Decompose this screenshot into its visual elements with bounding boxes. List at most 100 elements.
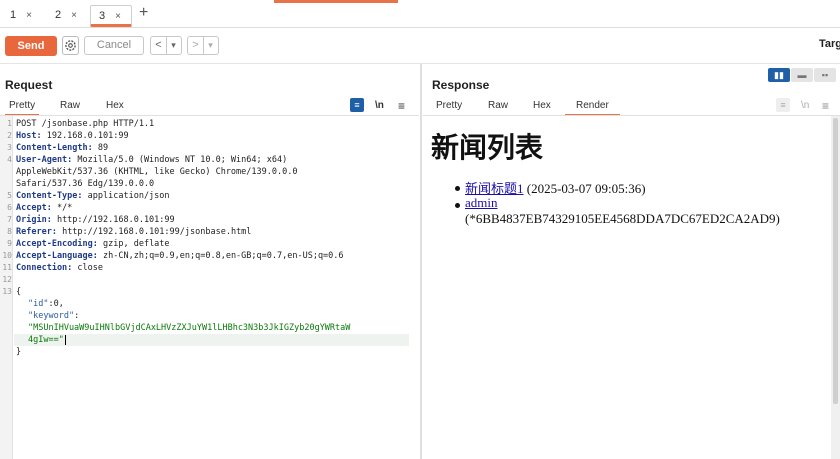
- code-text: {: [16, 286, 21, 298]
- line-number: 8: [7, 227, 12, 236]
- rendered-response: 新闻列表 新闻标题1 (2025-03-07 09:05:36) admin (…: [423, 116, 831, 459]
- code-text: AppleWebKit/537.36 (KHTML, like Gecko) C…: [16, 166, 297, 178]
- header-name: Origin:: [16, 215, 52, 225]
- tab-1[interactable]: 1 ×: [2, 5, 32, 25]
- news-link[interactable]: admin: [465, 195, 498, 210]
- request-tab-hex[interactable]: Hex: [106, 98, 124, 114]
- header-value: AppleWebKit/537.36 (KHTML, like Gecko) C…: [16, 167, 298, 177]
- list-item-detail: (*6BB4837EB74329105EE4568DDA7DC67ED2CA2A…: [465, 211, 780, 226]
- json-string: "MSUnIHVuaW9uIHNlbGVjdCAxLHVzZXJuYW1lLHB…: [28, 323, 351, 333]
- code-line: 4gIw==": [0, 334, 419, 346]
- active-indicator: [274, 0, 398, 3]
- close-icon[interactable]: ×: [71, 10, 77, 21]
- code-line: 5 Content-Type: application/json: [0, 190, 419, 202]
- header-name: Referer:: [16, 227, 57, 237]
- response-scroll-thumb[interactable]: [833, 118, 838, 404]
- code-text: Accept-Encoding: gzip, deflate: [16, 238, 170, 250]
- line-number: 11: [2, 263, 12, 272]
- code-line: "id":0,: [0, 298, 419, 310]
- text-caret: [64, 335, 66, 345]
- code-line: 9 Accept-Encoding: gzip, deflate: [0, 238, 419, 250]
- send-button[interactable]: Send: [5, 36, 57, 56]
- list-bullet: [455, 203, 460, 208]
- header-value: 192.168.0.101:99: [41, 131, 129, 141]
- tab-3[interactable]: 3 ×: [90, 5, 132, 27]
- header-name: Accept-Encoding:: [16, 239, 98, 249]
- request-editor[interactable]: 1 POST /jsonbase.php HTTP/1.1 2 Host: 192.1…: [0, 116, 419, 459]
- pretty-print-icon[interactable]: ≡: [776, 98, 790, 112]
- target-label[interactable]: Targ: [819, 38, 840, 50]
- request-tab-pretty[interactable]: Pretty: [5, 98, 40, 116]
- line-number: 5: [7, 191, 12, 200]
- menu-icon[interactable]: ≡: [398, 98, 405, 114]
- line-number: 1: [7, 119, 12, 128]
- json-key: "keyword": [28, 311, 75, 321]
- request-tab-raw[interactable]: Raw: [60, 98, 80, 114]
- code-text: User-Agent: Mozilla/5.0 (Windows NT 10.0…: [16, 154, 287, 166]
- newline-toggle[interactable]: \n: [375, 98, 384, 114]
- code-text: Safari/537.36 Edg/139.0.0.0: [16, 178, 154, 190]
- add-tab-icon[interactable]: +: [139, 4, 148, 22]
- line-number: 10: [2, 251, 12, 260]
- forward-button[interactable]: >: [188, 37, 204, 54]
- code-text: Origin: http://192.168.0.101:99: [16, 214, 175, 226]
- close-icon[interactable]: ×: [115, 11, 121, 22]
- line-number: 6: [7, 203, 12, 212]
- header-name: Content-Type:: [16, 191, 83, 201]
- back-dropdown-icon[interactable]: ▾: [167, 37, 180, 54]
- code-line: 4 User-Agent: Mozilla/5.0 (Windows NT 10.…: [0, 154, 419, 166]
- back-button[interactable]: <: [151, 37, 167, 54]
- json-string: 4gIw==": [28, 335, 64, 345]
- line-number: 9: [7, 239, 12, 248]
- code-text: POST /jsonbase.php HTTP/1.1: [16, 118, 154, 130]
- response-tab-render[interactable]: Render: [565, 98, 620, 116]
- line-number: 2: [7, 131, 12, 140]
- pretty-print-icon[interactable]: ≡: [350, 98, 364, 112]
- header-value: POST /jsonbase.php HTTP/1.1: [16, 119, 155, 129]
- request-title: Request: [5, 78, 53, 92]
- code-line: 12: [0, 274, 419, 286]
- cancel-button[interactable]: Cancel: [84, 36, 144, 55]
- code-text: }: [16, 346, 21, 358]
- list-item: admin: [465, 195, 498, 211]
- newline-toggle[interactable]: \n: [801, 98, 809, 114]
- response-tab-pretty[interactable]: Pretty: [436, 98, 462, 114]
- line-number: 3: [7, 143, 12, 152]
- code-line: 1 POST /jsonbase.php HTTP/1.1: [0, 118, 419, 130]
- code-text: Host: 192.168.0.101:99: [16, 130, 129, 142]
- response-tab-raw[interactable]: Raw: [488, 98, 508, 114]
- close-icon[interactable]: ×: [26, 10, 32, 21]
- code-line: 10 Accept-Language: zh-CN,zh;q=0.9,en;q=0…: [0, 250, 419, 262]
- code-line: 6 Accept: */*: [0, 202, 419, 214]
- code-text: 4gIw==": [28, 334, 66, 346]
- code-line: 7 Origin: http://192.168.0.101:99: [0, 214, 419, 226]
- code-line: }: [0, 346, 419, 358]
- code-text: "MSUnIHVuaW9uIHNlbGVjdCAxLHVzZXJuYW1lLHB…: [28, 322, 350, 334]
- layout-tabs-icon[interactable]: ▪▪: [814, 68, 836, 82]
- layout-side-by-side-icon[interactable]: ▮▮: [768, 68, 790, 82]
- header-name: Accept:: [16, 203, 52, 213]
- code-line: 3 Content-Length: 89: [0, 142, 419, 154]
- tab-2[interactable]: 2 ×: [47, 5, 77, 25]
- forward-dropdown-icon[interactable]: ▾: [204, 37, 217, 54]
- settings-button[interactable]: [62, 36, 79, 55]
- layout-stacked-icon[interactable]: ▬: [791, 68, 813, 82]
- tab-bar: 1 × 2 × 3 × +: [0, 0, 840, 28]
- code-line: AppleWebKit/537.36 (KHTML, like Gecko) C…: [0, 166, 419, 178]
- tab-label: 2: [55, 9, 62, 21]
- response-subtabs: Pretty Raw Hex Render ≡ \n ≡: [423, 98, 840, 116]
- json-punct: }: [16, 347, 22, 357]
- header-name: User-Agent:: [16, 155, 73, 165]
- code-line: 8 Referer: http://192.168.0.101:99/jsonba…: [0, 226, 419, 238]
- header-name: Connection:: [16, 263, 73, 273]
- header-name: Content-Length:: [16, 143, 93, 153]
- news-link[interactable]: 新闻标题1: [465, 181, 524, 196]
- header-value: */*: [51, 203, 73, 213]
- response-tab-hex[interactable]: Hex: [533, 98, 551, 114]
- panel-divider[interactable]: [420, 64, 422, 459]
- layout-switcher: ▮▮ ▬ ▪▪: [768, 68, 836, 82]
- header-value: http://192.168.0.101:99: [51, 215, 175, 225]
- code-text: Connection: close: [16, 262, 103, 274]
- menu-icon[interactable]: ≡: [822, 98, 829, 114]
- line-number: 13: [2, 287, 12, 296]
